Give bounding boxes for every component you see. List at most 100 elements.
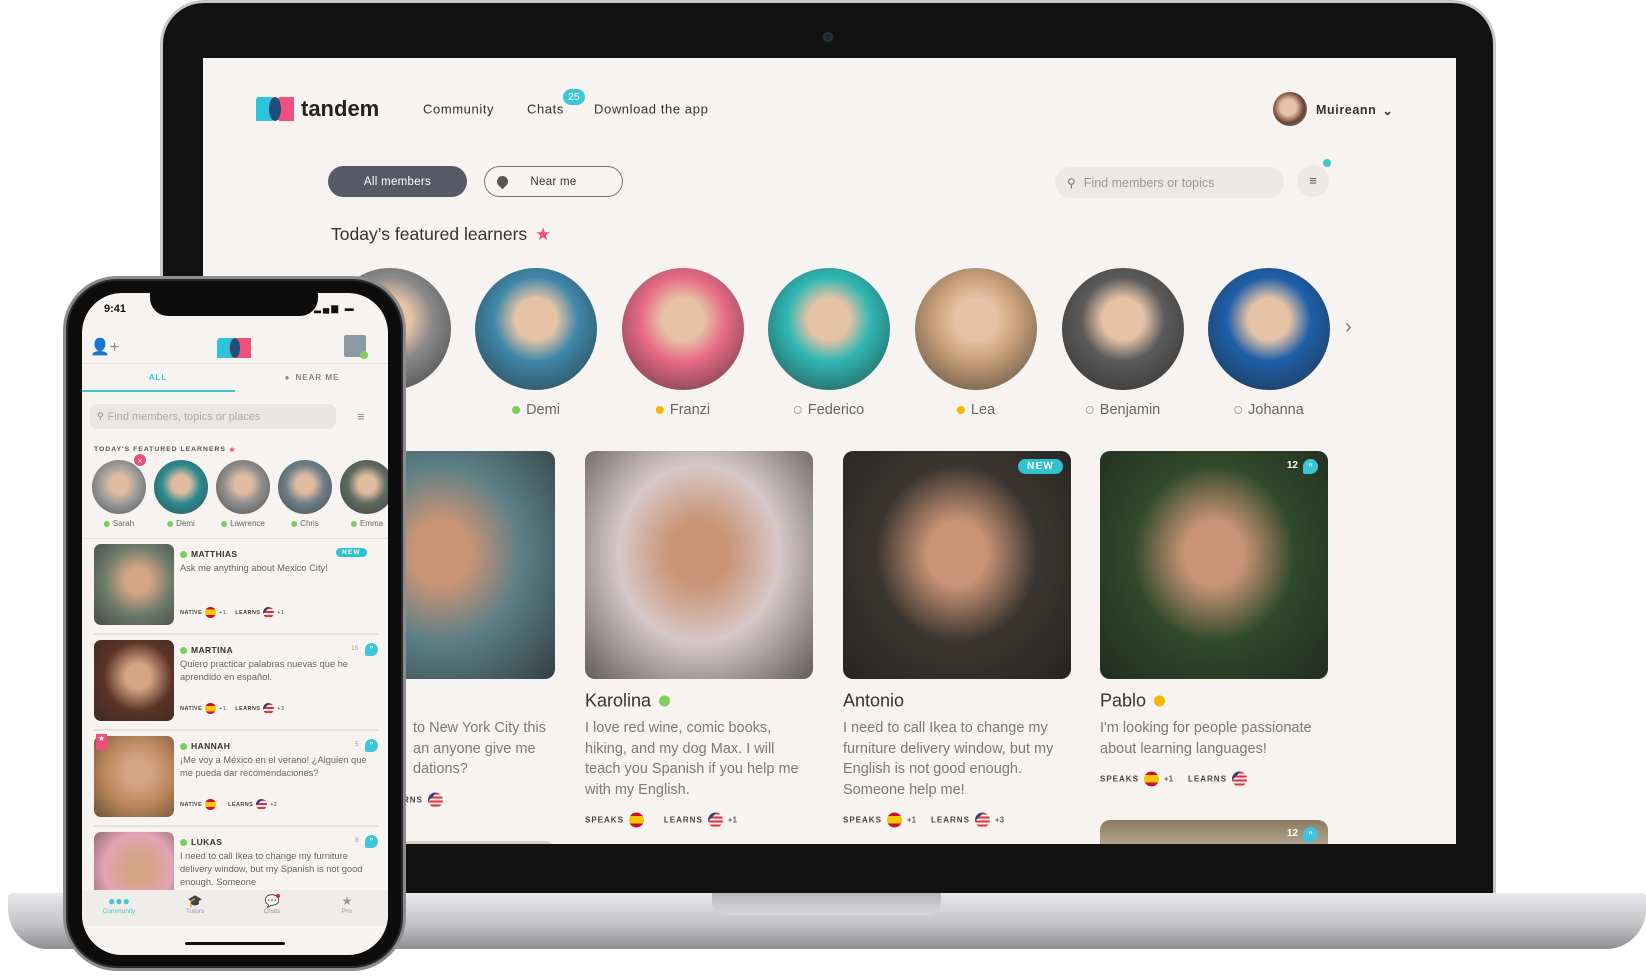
featured-title: TODAY'S FEATURED LEARNERS [94,446,226,453]
featured-learner-name[interactable]: Lawrence [221,519,265,528]
tab-bar: ●●● Community 🎓 Tutors 💬 Chats ★ Pro [82,890,388,926]
featured-learner-name[interactable]: Lea [956,402,996,418]
sliders-icon[interactable]: ≡ [357,409,365,424]
description-line: with my English. [585,781,690,798]
featured-learner-photo[interactable] [768,268,890,390]
search-input[interactable]: ⚲ Find members or topics [1055,167,1284,198]
member-card-photo[interactable] [585,451,813,679]
speaks-label: SPEAKS [585,815,624,825]
featured-learner-name[interactable]: Franzi [655,402,710,418]
featured-learner-photo[interactable] [1208,268,1330,390]
phone-search-input[interactable]: ⚲ Find members, topics or places [90,404,336,429]
featured-learner-name[interactable]: Sarah [103,519,135,528]
phone-notch [150,293,318,316]
member-name[interactable]: Karolina [585,691,671,712]
name-label: Lea [970,402,996,418]
featured-learner-name[interactable]: Johanna [1234,402,1304,418]
spain-flag-icon [628,812,644,828]
user-avatar[interactable] [1273,92,1307,126]
featured-learner-name[interactable]: Demi [512,402,560,418]
tab-all[interactable]: ALL [149,373,168,382]
status-dot [221,520,228,527]
nav-chats[interactable]: Chats [527,102,564,117]
member-photo[interactable] [94,640,174,721]
status-dot [350,520,357,527]
description-line: Someone help me! [843,781,965,798]
native-label: NATIVE [180,609,203,616]
tab-pro[interactable]: ★ Pro [342,894,353,915]
status-icons: ▂▄▆ ▬ [314,303,356,313]
tandem-logo[interactable] [254,95,296,121]
status-dot [512,406,521,414]
featured-learner-name[interactable]: Federico [793,402,864,418]
usa-flag-icon [1231,771,1247,787]
featured-learner-photo[interactable] [915,268,1037,390]
member-name[interactable]: Pablo [1100,691,1166,712]
near-me-button[interactable]: Near me [484,166,623,197]
member-card-photo[interactable]: NEW [843,451,1071,679]
all-members-button[interactable]: All members [328,166,467,197]
featured-learner-photo[interactable] [92,460,146,514]
language-row: NATIVE +1 LEARNS +3 [180,703,284,714]
learns-label: LEARNS [1188,774,1227,784]
featured-learner-photo[interactable] [216,460,270,514]
next-card-image[interactable]: 12 ” [1100,820,1328,844]
member-name[interactable]: Antonio [843,691,904,712]
status-dot [1234,406,1243,414]
spain-flag-icon [205,799,217,810]
chat-count: 12 [1286,460,1298,471]
location-pin-icon [494,173,511,190]
featured-learner-name[interactable]: Chris [291,519,319,528]
name-label: MARTINA [191,645,233,655]
member-photo[interactable] [94,544,174,625]
nav-community[interactable]: Community [423,102,494,117]
featured-learner-photo[interactable] [475,268,597,390]
add-user-icon[interactable]: 👤+ [90,337,119,357]
usa-flag-icon [427,792,443,807]
unread-dot [276,894,280,898]
language-row: SPEAKS LEARNS +1 [585,812,747,828]
chevron-down-icon: ⌄ [1382,104,1394,118]
featured-learner-name[interactable]: Emma [350,519,383,528]
name-label: Sarah [112,519,135,528]
speaks-extra: +1 [1163,774,1174,784]
featured-learner-name[interactable]: Benjamin [1085,402,1160,418]
member-card-photo[interactable]: 12 ” [1100,451,1328,679]
featured-learner-name[interactable]: Demi [167,519,195,528]
tab-label: Pro [341,908,353,915]
star-icon: ★ [341,894,353,908]
featured-learner-photo[interactable] [278,460,332,514]
chevron-right-icon[interactable]: › [1345,316,1352,339]
language-row: NATIVE LEARNS +2 [180,799,277,810]
chat-count: 15 [351,645,359,652]
divider [94,633,378,635]
status-dot [659,695,671,707]
graduation-cap-icon: 🎓 [187,894,203,908]
search-icon: ⚲ [1067,175,1076,190]
language-row: SPEAKS +1 LEARNS +3 [843,812,1014,828]
member-name[interactable]: MATTHIAS [180,549,237,559]
chat-bubble-icon: ” [1303,827,1318,842]
featured-learner-photo[interactable] [154,460,208,514]
featured-learner-photo[interactable] [1062,268,1184,390]
online-dot [360,351,368,359]
sliders-icon[interactable]: ≡ [1297,165,1329,197]
member-name[interactable]: LUKAS [180,837,222,847]
member-description: I'm looking for people passionate about l… [1100,718,1328,759]
status-dot [793,406,802,414]
user-menu[interactable]: Muireann ⌄ [1316,103,1393,118]
location-pin-icon: ● [284,373,291,382]
description-line: I love red wine, comic books, [585,720,772,736]
member-name[interactable]: HANNAH [180,741,230,751]
tab-near-me[interactable]: ● NEAR ME [285,373,340,382]
tab-tutors[interactable]: 🎓 Tutors [186,894,204,915]
featured-learner-photo[interactable] [340,460,388,514]
speaks-label: SPEAKS [1100,774,1139,784]
nav-download-app[interactable]: Download the app [594,102,708,117]
member-description: I love red wine, comic books, hiking, and… [585,718,813,800]
tab-indicator [82,390,235,392]
featured-learner-photo[interactable] [622,268,744,390]
member-name[interactable]: MARTINA [180,645,233,655]
tab-community[interactable]: ●●● Community [103,894,136,915]
tab-label: Tutors [185,908,205,915]
